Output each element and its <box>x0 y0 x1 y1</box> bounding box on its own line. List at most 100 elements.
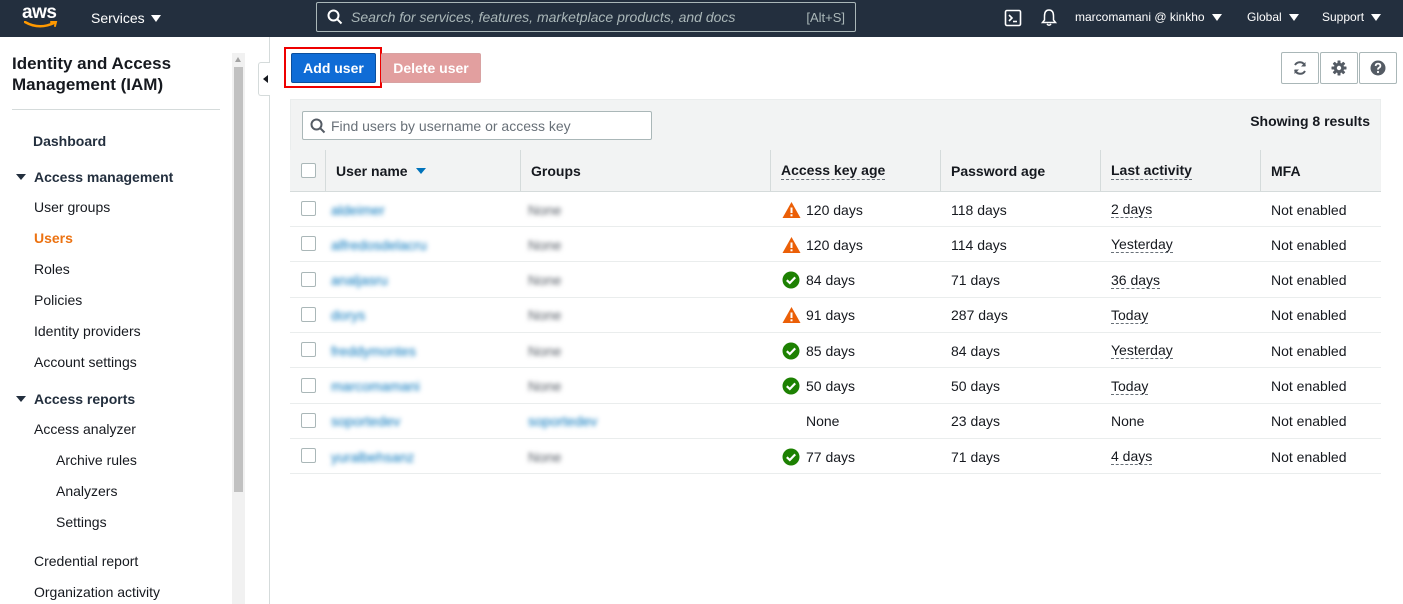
username-link[interactable]: dorys <box>331 298 365 333</box>
collapse-sidebar-button[interactable] <box>258 62 270 96</box>
add-user-button[interactable]: Add user <box>291 53 376 83</box>
groups-cell: None <box>528 201 562 218</box>
table-row[interactable]: dorys None 91 days 287 days Today Not enabled <box>290 298 1381 333</box>
column-header-password-age[interactable]: Password age <box>940 150 1100 192</box>
table-row[interactable]: yuralbehsanz None 77 days 71 days 4 days Not … <box>290 439 1381 475</box>
aws-logo[interactable]: aws <box>22 3 62 33</box>
aws-logo-text: aws <box>22 2 57 23</box>
column-header-access-key-age[interactable]: Access key age <box>770 150 940 192</box>
last-activity-cell: Today <box>1111 369 1149 404</box>
groups-cell: None <box>528 307 562 324</box>
mfa-cell: Not enabled <box>1271 448 1347 465</box>
access-key-age-text: 85 days <box>806 342 856 359</box>
row-checkbox[interactable] <box>301 306 316 322</box>
user-filter-input[interactable] <box>331 117 651 134</box>
sidebar-section-access-reports[interactable]: Access reports <box>16 391 135 407</box>
table-row[interactable]: aldeimer None 120 days 118 days 2 days Not en… <box>290 192 1381 227</box>
sidebar-item-roles[interactable]: Roles <box>34 261 70 277</box>
sidebar: Identity and Access Management (IAM) Das… <box>0 37 246 604</box>
bell-icon <box>1040 9 1058 26</box>
column-header-username[interactable]: User name <box>325 150 520 192</box>
sidebar-item-policies[interactable]: Policies <box>34 292 82 308</box>
table-row[interactable]: analjasru None 84 days 71 days 36 days Not en… <box>290 263 1381 298</box>
row-checkbox[interactable] <box>301 377 316 393</box>
refresh-icon <box>1294 61 1306 75</box>
column-label: Access key age <box>781 162 886 180</box>
caret-down-icon <box>1211 13 1222 21</box>
password-age-cell: 50 days <box>951 378 1001 394</box>
table-row[interactable]: freddymontes None 85 days 84 days Yesterday N… <box>290 333 1381 369</box>
services-menu[interactable]: Services <box>91 10 161 26</box>
last-activity-text[interactable]: Yesterday <box>1111 342 1173 360</box>
sidebar-item-archive-rules[interactable]: Archive rules <box>56 452 137 468</box>
username-link[interactable]: yuralbehsanz <box>331 439 414 474</box>
table-row[interactable]: alfredosdelacru None 120 days 114 days Yeste… <box>290 227 1381 263</box>
sidebar-item-settings[interactable]: Settings <box>56 514 107 530</box>
results-count: Showing 8 results <box>1250 113 1370 129</box>
sidebar-item-account-settings[interactable]: Account settings <box>34 354 137 370</box>
help-button[interactable] <box>1359 52 1397 84</box>
global-search[interactable]: [Alt+S] <box>316 2 856 32</box>
sidebar-scrollbar[interactable] <box>232 53 245 604</box>
sidebar-item-identity-providers[interactable]: Identity providers <box>34 323 141 339</box>
sidebar-item-user-groups[interactable]: User groups <box>34 199 110 215</box>
row-checkbox[interactable] <box>301 342 316 358</box>
table-row[interactable]: marcomamani None 50 days 50 days Today Not en… <box>290 369 1381 404</box>
access-key-age-text: 84 days <box>806 272 856 289</box>
row-checkbox[interactable] <box>301 236 316 252</box>
last-activity-text[interactable]: Today <box>1111 378 1149 395</box>
services-label: Services <box>91 10 145 26</box>
row-checkbox[interactable] <box>301 448 316 464</box>
sidebar-item-organization-activity[interactable]: Organization activity <box>34 584 160 600</box>
sidebar-item-analyzers[interactable]: Analyzers <box>56 483 117 499</box>
last-activity-cell: 2 days <box>1111 192 1153 227</box>
username-link[interactable]: alfredosdelacru <box>331 227 427 262</box>
last-activity-cell: Yesterday <box>1111 227 1173 262</box>
last-activity-text[interactable]: Yesterday <box>1111 236 1173 254</box>
username-link[interactable]: analjasru <box>331 263 388 298</box>
global-search-input[interactable] <box>351 9 791 25</box>
column-header-last-activity[interactable]: Last activity <box>1100 150 1260 192</box>
select-all-checkbox[interactable] <box>301 163 316 178</box>
username-link[interactable]: freddymontes <box>331 333 416 368</box>
user-filter[interactable] <box>302 111 652 140</box>
preferences-button[interactable] <box>1320 52 1358 84</box>
last-activity-text[interactable]: 36 days <box>1111 272 1161 289</box>
caret-down-icon <box>150 14 161 22</box>
cloudshell-button[interactable] <box>1004 9 1022 27</box>
access-key-age-text: 77 days <box>806 448 856 465</box>
sidebar-section-access-management[interactable]: Access management <box>16 169 173 185</box>
username-link[interactable]: soportedev <box>331 404 400 439</box>
access-key-age-cell: 77 days <box>782 439 855 474</box>
groups-cell: None <box>528 272 562 289</box>
last-activity-text[interactable]: Today <box>1111 307 1149 324</box>
region-menu[interactable]: Global <box>1247 10 1299 24</box>
account-label: marcomamani @ kinkho <box>1075 10 1205 24</box>
refresh-button[interactable] <box>1281 52 1319 84</box>
scrollbar-thumb[interactable] <box>234 67 243 492</box>
sidebar-item-users[interactable]: Users <box>34 230 73 246</box>
last-activity-text[interactable]: 4 days <box>1111 448 1153 466</box>
sidebar-item-dashboard[interactable]: Dashboard <box>33 133 106 149</box>
row-checkbox[interactable] <box>301 271 316 287</box>
sidebar-item-access-analyzer[interactable]: Access analyzer <box>34 421 136 437</box>
row-checkbox[interactable] <box>301 201 316 216</box>
table-filter-bar: Showing 8 results <box>290 99 1381 151</box>
caret-down-icon <box>1371 13 1382 21</box>
row-checkbox[interactable] <box>301 412 316 428</box>
last-activity-text[interactable]: 2 days <box>1111 201 1153 218</box>
access-key-age-text: 120 days <box>806 236 863 253</box>
username-link[interactable]: aldeimer <box>331 192 385 227</box>
column-header-mfa[interactable]: MFA <box>1260 150 1381 192</box>
groups-cell[interactable]: soportedev <box>528 404 597 439</box>
delete-user-button[interactable]: Delete user <box>381 53 481 83</box>
username-link[interactable]: marcomamani <box>331 369 420 404</box>
sidebar-item-credential-report[interactable]: Credential report <box>34 553 138 569</box>
column-header-groups[interactable]: Groups <box>520 150 770 192</box>
notifications-button[interactable] <box>1040 8 1058 27</box>
scroll-up-arrow-icon[interactable] <box>235 57 241 62</box>
account-menu[interactable]: marcomamani @ kinkho <box>1075 10 1222 24</box>
last-activity-cell: None <box>1111 404 1144 439</box>
support-menu[interactable]: Support <box>1322 10 1382 24</box>
table-row[interactable]: soportedev soportedev None 23 days None Not e… <box>290 404 1381 439</box>
